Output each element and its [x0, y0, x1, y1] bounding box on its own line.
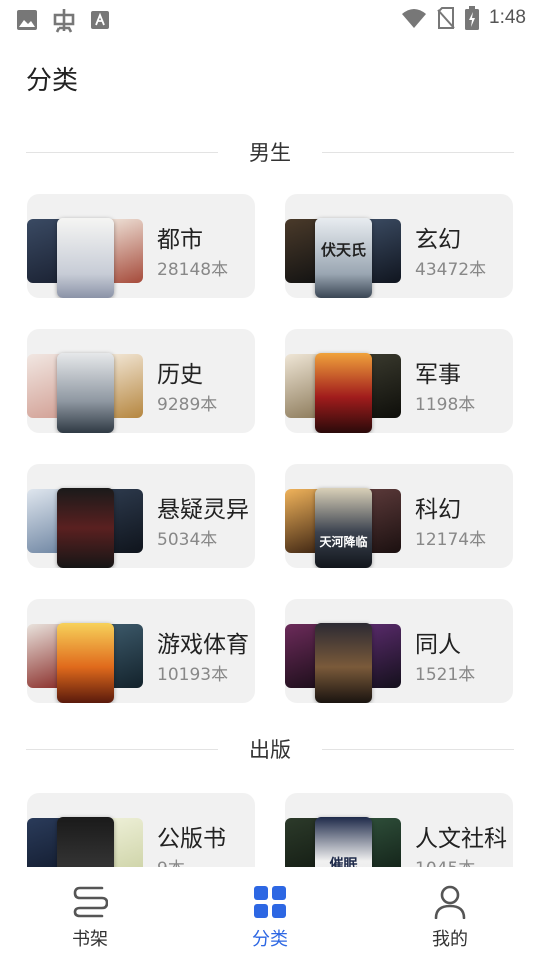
category-name: 玄幻	[415, 227, 461, 253]
book-cover: 伏天氏	[315, 218, 372, 298]
status-icons-left	[16, 7, 110, 33]
category-card-urban[interactable]: 都市 28148本	[27, 194, 255, 298]
section-header-male: 男生	[26, 137, 514, 167]
user-icon	[434, 885, 466, 920]
section-header-publishing: 出版	[26, 734, 514, 764]
book-covers: 伏天氏	[285, 194, 407, 298]
category-name: 悬疑灵异	[157, 497, 249, 523]
category-card-history[interactable]: 历史 9289本	[27, 329, 255, 433]
status-time: 1:48	[489, 7, 526, 28]
book-covers: 天河降临	[285, 464, 407, 568]
category-count: 43472本	[415, 260, 487, 280]
book-cover	[57, 488, 114, 568]
book-covers	[27, 329, 149, 433]
divider-line	[322, 749, 514, 750]
category-grid-icon	[254, 886, 286, 918]
category-count: 1521本	[415, 665, 476, 685]
font-a-icon	[91, 11, 109, 29]
category-count: 5034本	[157, 530, 218, 550]
category-count: 1198本	[415, 395, 476, 415]
book-cover	[315, 623, 372, 703]
page-title: 分类	[26, 66, 79, 96]
book-cover	[57, 218, 114, 298]
divider-line	[322, 152, 514, 153]
category-name: 同人	[415, 632, 461, 658]
status-icons-right: 1:48	[401, 6, 526, 30]
book-covers	[285, 329, 407, 433]
bookshelf-icon	[73, 886, 109, 918]
category-count: 12174本	[415, 530, 487, 550]
book-covers	[27, 194, 149, 298]
book-covers	[27, 599, 149, 703]
battery-charging-icon	[465, 6, 480, 30]
book-cover	[315, 353, 372, 433]
book-cover: 天河降临	[315, 488, 372, 568]
category-card-game-sports[interactable]: 游戏体育 10193本	[27, 599, 255, 703]
tab-bookshelf[interactable]: 书架	[40, 885, 140, 951]
category-name: 军事	[415, 362, 461, 388]
category-name: 科幻	[415, 497, 461, 523]
category-name: 人文社科	[415, 826, 507, 852]
gallery-icon	[17, 10, 37, 30]
bug-icon	[53, 9, 75, 33]
book-covers	[285, 599, 407, 703]
book-cover	[57, 623, 114, 703]
wifi-icon	[402, 9, 427, 28]
tab-mine[interactable]: 我的	[400, 885, 500, 951]
tab-label: 书架	[72, 929, 108, 950]
category-count: 10193本	[157, 665, 229, 685]
category-card-fanfic[interactable]: 同人 1521本	[285, 599, 513, 703]
tab-label: 分类	[252, 929, 288, 950]
category-name: 游戏体育	[157, 632, 249, 658]
no-sim-icon	[437, 7, 455, 29]
category-count: 9289本	[157, 395, 218, 415]
category-card-suspense[interactable]: 悬疑灵异 5034本	[27, 464, 255, 568]
tab-category[interactable]: 分类	[220, 885, 320, 951]
category-card-fantasy[interactable]: 伏天氏 玄幻 43472本	[285, 194, 513, 298]
category-card-military[interactable]: 军事 1198本	[285, 329, 513, 433]
category-card-scifi[interactable]: 天河降临 科幻 12174本	[285, 464, 513, 568]
category-name: 都市	[157, 227, 203, 253]
book-covers	[27, 464, 149, 568]
bottom-tab-bar: 书架 分类 我的	[0, 867, 540, 960]
category-count: 28148本	[157, 260, 229, 280]
status-bar: 1:48	[0, 0, 540, 38]
category-name: 历史	[157, 362, 203, 388]
book-cover	[57, 353, 114, 433]
category-name: 公版书	[157, 826, 226, 852]
tab-label: 我的	[432, 929, 468, 950]
